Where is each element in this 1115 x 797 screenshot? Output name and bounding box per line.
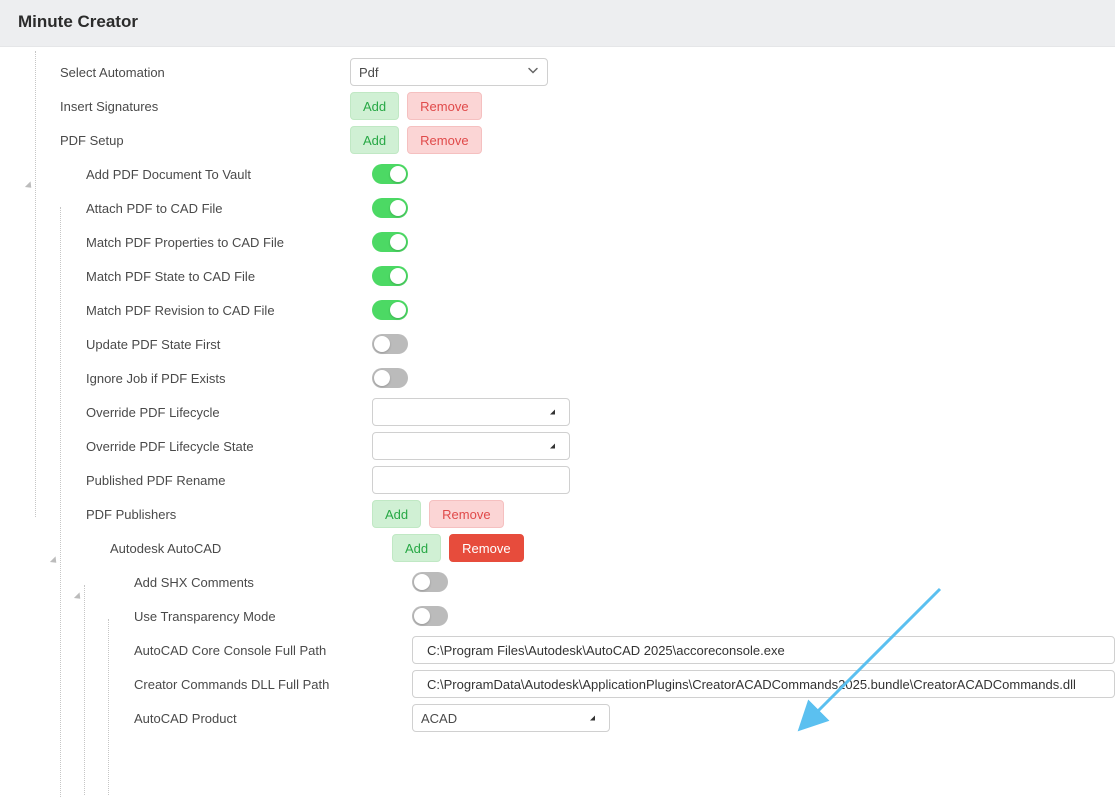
row-autocad-product: AutoCAD Product ACAD [20, 701, 1115, 735]
row-add-shx: Add SHX Comments [20, 565, 1115, 599]
row-attach-pdf-cad: Attach PDF to CAD File [20, 191, 1115, 225]
add-button[interactable]: Add [372, 500, 421, 528]
add-button[interactable]: Add [350, 126, 399, 154]
toggle-add-pdf-vault[interactable] [372, 164, 408, 184]
toggle-update-state-first[interactable] [372, 334, 408, 354]
row-insert-signatures: Insert Signatures Add Remove [20, 89, 1115, 123]
row-match-props: Match PDF Properties to CAD File [20, 225, 1115, 259]
label-pdf-publishers: PDF Publishers [20, 507, 350, 522]
select-automation-dropdown[interactable]: Pdf [350, 58, 548, 86]
picker-icon [550, 444, 555, 449]
toggle-match-revision[interactable] [372, 300, 408, 320]
label-autodesk-autocad: Autodesk AutoCAD [20, 541, 350, 556]
row-use-transparency: Use Transparency Mode [20, 599, 1115, 633]
core-console-path-input[interactable] [412, 636, 1115, 664]
row-commands-dll-path: Creator Commands DLL Full Path [20, 667, 1115, 701]
published-rename-input[interactable] [372, 466, 570, 494]
label-insert-signatures: Insert Signatures [20, 99, 350, 114]
label-autocad-product: AutoCAD Product [20, 711, 390, 726]
commands-dll-path-input[interactable] [412, 670, 1115, 698]
label-match-props: Match PDF Properties to CAD File [20, 235, 350, 250]
page-title: Minute Creator [18, 12, 1097, 32]
row-ignore-if-exists: Ignore Job if PDF Exists [20, 361, 1115, 395]
row-match-state: Match PDF State to CAD File [20, 259, 1115, 293]
row-autodesk-autocad: Autodesk AutoCAD Add Remove [20, 531, 1115, 565]
autocad-product-value: ACAD [421, 711, 457, 726]
label-override-lifecycle-state: Override PDF Lifecycle State [20, 439, 350, 454]
remove-button[interactable]: Remove [407, 92, 481, 120]
toggle-add-shx[interactable] [412, 572, 448, 592]
label-use-transparency: Use Transparency Mode [20, 609, 350, 624]
row-override-lifecycle-state: Override PDF Lifecycle State [20, 429, 1115, 463]
toggle-match-state[interactable] [372, 266, 408, 286]
row-override-lifecycle: Override PDF Lifecycle [20, 395, 1115, 429]
label-commands-dll-path: Creator Commands DLL Full Path [20, 677, 390, 692]
row-pdf-setup: PDF Setup Add Remove [20, 123, 1115, 157]
label-override-lifecycle: Override PDF Lifecycle [20, 405, 350, 420]
picker-icon [590, 716, 595, 721]
autocad-product-picker[interactable]: ACAD [412, 704, 610, 732]
row-update-state-first: Update PDF State First [20, 327, 1115, 361]
select-automation-value: Pdf [359, 65, 379, 80]
remove-button[interactable]: Remove [407, 126, 481, 154]
chevron-down-icon [527, 65, 539, 80]
add-button[interactable]: Add [392, 534, 441, 562]
row-add-pdf-vault: Add PDF Document To Vault [20, 157, 1115, 191]
toggle-ignore-if-exists[interactable] [372, 368, 408, 388]
override-lifecycle-state-picker[interactable] [372, 432, 570, 460]
label-select-automation: Select Automation [20, 65, 350, 80]
add-button[interactable]: Add [350, 92, 399, 120]
row-match-revision: Match PDF Revision to CAD File [20, 293, 1115, 327]
toggle-attach-pdf-cad[interactable] [372, 198, 408, 218]
row-core-console-path: AutoCAD Core Console Full Path [20, 633, 1115, 667]
label-add-shx: Add SHX Comments [20, 575, 350, 590]
label-add-pdf-vault: Add PDF Document To Vault [20, 167, 350, 182]
row-published-rename: Published PDF Rename [20, 463, 1115, 497]
toggle-match-props[interactable] [372, 232, 408, 252]
label-match-state: Match PDF State to CAD File [20, 269, 350, 284]
label-match-revision: Match PDF Revision to CAD File [20, 303, 350, 318]
row-pdf-publishers: PDF Publishers Add Remove [20, 497, 1115, 531]
label-core-console-path: AutoCAD Core Console Full Path [20, 643, 390, 658]
label-published-rename: Published PDF Rename [20, 473, 350, 488]
label-pdf-setup: PDF Setup [20, 133, 350, 148]
row-select-automation: Select Automation Pdf [20, 55, 1115, 89]
app-header: Minute Creator [0, 0, 1115, 47]
picker-icon [550, 410, 555, 415]
label-attach-pdf-cad: Attach PDF to CAD File [20, 201, 350, 216]
remove-button[interactable]: Remove [449, 534, 523, 562]
override-lifecycle-picker[interactable] [372, 398, 570, 426]
toggle-use-transparency[interactable] [412, 606, 448, 626]
label-ignore-if-exists: Ignore Job if PDF Exists [20, 371, 350, 386]
settings-tree: Select Automation Pdf Insert Signatures … [0, 47, 1115, 765]
label-update-state-first: Update PDF State First [20, 337, 350, 352]
remove-button[interactable]: Remove [429, 500, 503, 528]
